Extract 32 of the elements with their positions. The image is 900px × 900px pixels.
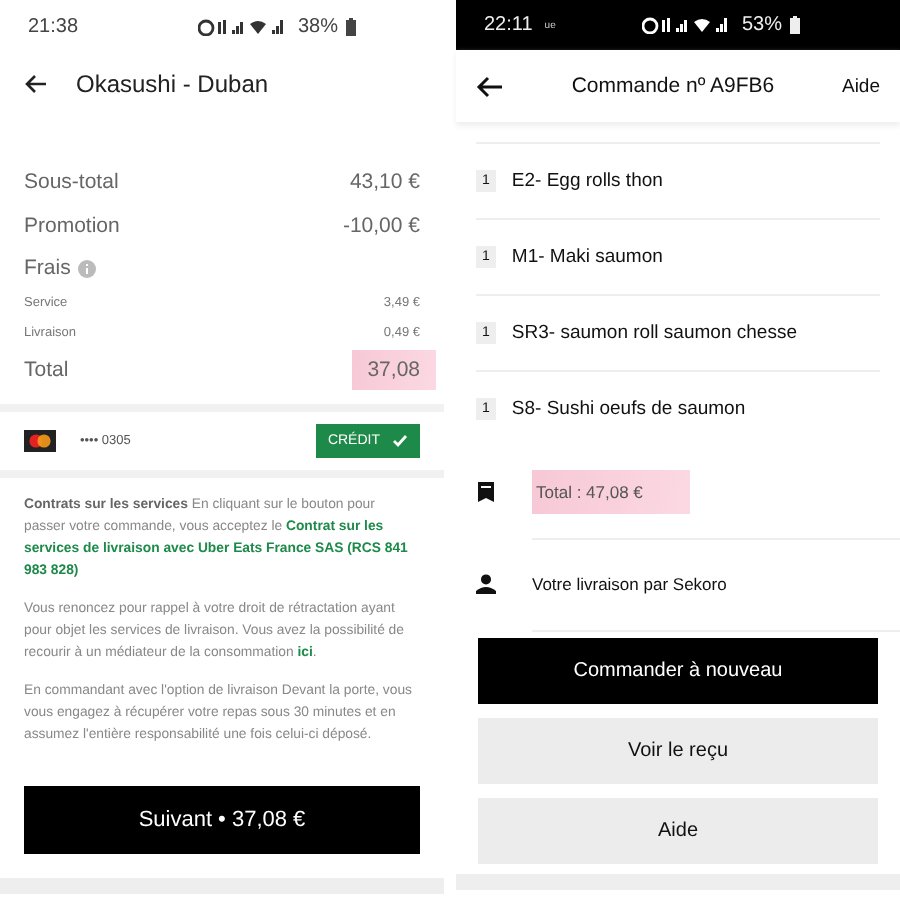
fee-amount: 43,10 € xyxy=(349,170,420,194)
reorder-button[interactable]: Commander à nouveau xyxy=(478,638,878,704)
order-title: Commande nº A9FB6 xyxy=(569,74,777,98)
help-link[interactable]: Aide xyxy=(841,75,880,97)
battery-icon xyxy=(790,16,800,34)
next-button[interactable]: Suivant • 37,08 € xyxy=(24,786,420,854)
battery-icon xyxy=(346,17,356,35)
battery-level: 53% xyxy=(741,14,782,36)
detail-text: Total : 47,08 € xyxy=(532,469,691,513)
back-arrow-icon[interactable] xyxy=(476,75,504,97)
card-logo-icon xyxy=(24,430,56,452)
back-arrow-icon[interactable] xyxy=(24,74,48,94)
item-name: E2- Egg rolls thon xyxy=(511,170,663,192)
action-button[interactable]: Voir le reçu xyxy=(478,718,878,784)
fee-amount: 37,08 xyxy=(351,350,436,390)
item-name: S8- Sushi oeufs de saumon xyxy=(511,398,746,420)
item-name: SR3- saumon roll saumon chesse xyxy=(511,322,797,344)
fee-label: Frais xyxy=(24,256,71,280)
action-button[interactable]: Aide xyxy=(478,798,878,864)
restaurant-title: Okasushi - Duban xyxy=(76,70,269,98)
item-name: M1- Maki saumon xyxy=(511,246,663,268)
fee-label: Promotion xyxy=(24,214,120,238)
receipt-icon xyxy=(478,482,494,502)
fee-label: Sous-total xyxy=(24,170,119,194)
status-time: 22:11 xyxy=(484,14,533,36)
check-icon xyxy=(392,434,408,448)
fee-label: Total xyxy=(24,358,69,382)
status-time: 21:38 xyxy=(28,15,79,37)
detail-text: Votre livraison par Sekoro xyxy=(532,573,727,593)
fee-amount: -10,00 € xyxy=(342,214,420,238)
battery-level: 38% xyxy=(297,15,338,37)
person-icon xyxy=(476,574,496,594)
